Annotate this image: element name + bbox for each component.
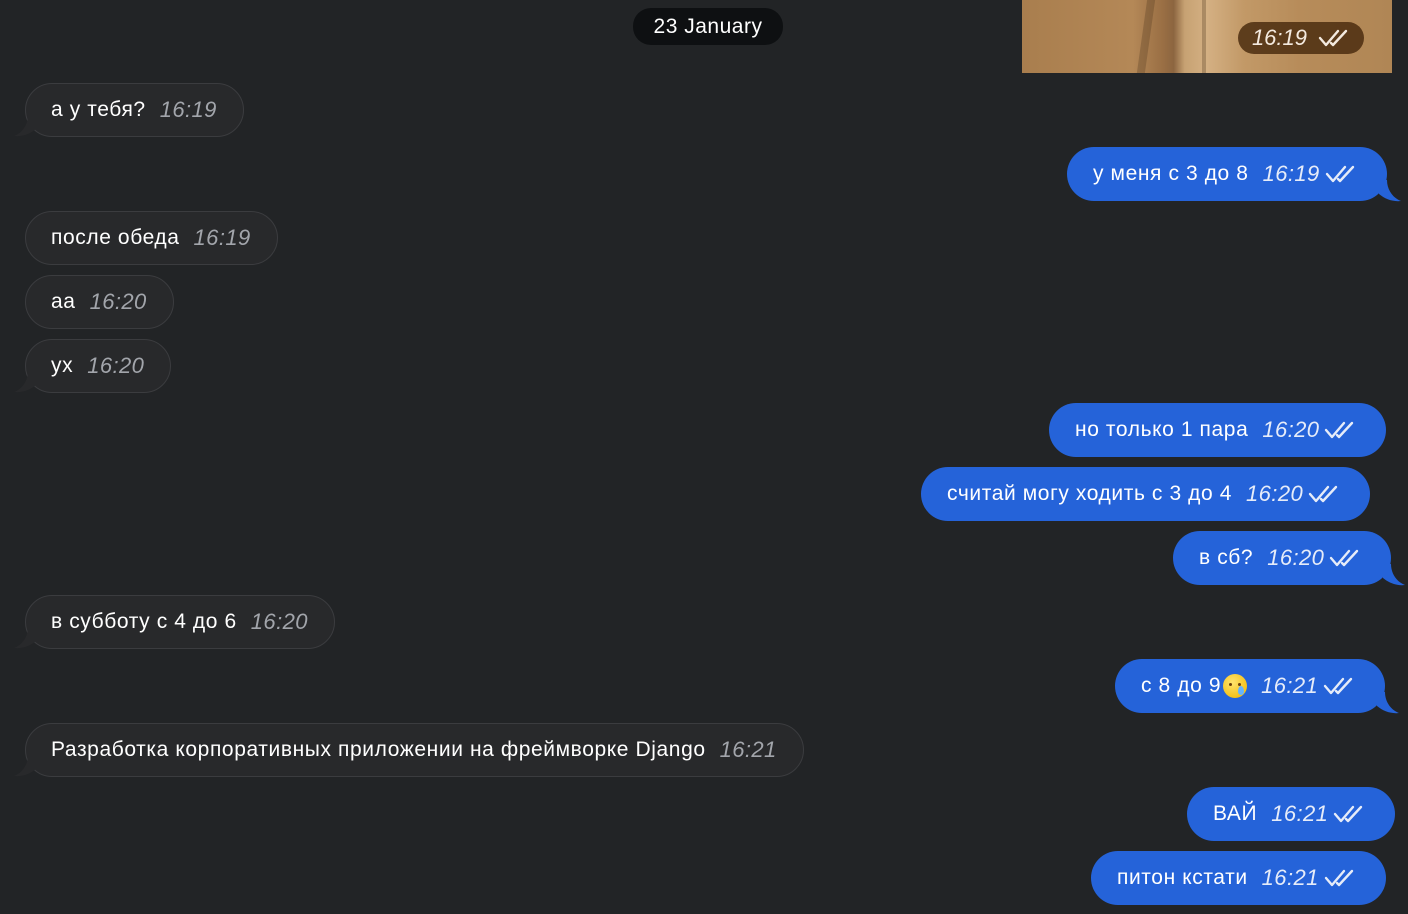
message-time: 16:19	[1251, 25, 1307, 50]
message-time: 16:20	[250, 609, 308, 634]
message-text: у меня с 3 до 8	[1093, 162, 1249, 185]
message-text: с 8 до 9	[1141, 674, 1222, 697]
message-text: питон кстати	[1117, 866, 1248, 889]
message-bubble-outgoing[interactable]: питон кстати 16:21	[1091, 851, 1386, 905]
message-time: 16:21	[719, 737, 777, 762]
message-bubble-incoming[interactable]: аа 16:20	[25, 275, 174, 329]
message-bubble-incoming[interactable]: а у тебя? 16:19	[14, 83, 244, 137]
message-bubble-outgoing[interactable]: у меня с 3 до 8 16:19	[1067, 147, 1401, 202]
message-time: 16:20	[89, 289, 147, 314]
message-time: 16:20	[1246, 481, 1304, 506]
bubble-tail	[1377, 692, 1400, 714]
message-time: 16:20	[1262, 417, 1320, 442]
message-text: в субботу с 4 до 6	[51, 610, 237, 633]
bubble-tail	[1378, 180, 1401, 202]
photo-detail	[1136, 0, 1156, 73]
bubble-tail	[14, 755, 36, 777]
photo-message[interactable]: 16:19	[1022, 0, 1392, 73]
message-time: 16:19	[193, 225, 251, 250]
date-badge: 23 January	[633, 8, 783, 45]
message-bubble-incoming[interactable]: в субботу с 4 до 6 16:20	[14, 595, 335, 649]
date-badge-text: 23 January	[653, 14, 763, 38]
message-bubble-outgoing[interactable]: в сб? 16:20	[1173, 531, 1406, 586]
message-bubble-outgoing[interactable]: с 8 до 9 16:21	[1115, 659, 1400, 714]
chat-area: 23 January 16:19 а у тебя? 16:19 у меня …	[0, 0, 1408, 914]
message-time: 16:19	[1262, 161, 1320, 186]
message-text: аа	[51, 290, 76, 313]
crying-face-emoji-icon	[1223, 674, 1248, 698]
message-time: 16:21	[1261, 673, 1319, 698]
bubble-tail	[14, 627, 36, 649]
message-text: в сб?	[1199, 546, 1254, 569]
message-text: ух	[51, 354, 74, 377]
message-bubble-incoming[interactable]: ух 16:20	[14, 339, 172, 393]
double-check-icon	[1324, 868, 1356, 888]
double-check-icon	[1329, 548, 1361, 568]
photo-timestamp: 16:19	[1237, 22, 1364, 54]
message-time: 16:19	[159, 97, 217, 122]
double-check-icon	[1318, 28, 1350, 48]
double-check-icon	[1324, 420, 1356, 440]
double-check-icon	[1325, 164, 1357, 184]
message-text: после обеда	[51, 226, 180, 249]
bubble-tail	[14, 115, 36, 137]
message-bubble-outgoing[interactable]: считай могу ходить с 3 до 4 16:20	[921, 467, 1371, 521]
message-text: считай могу ходить с 3 до 4	[947, 482, 1233, 505]
message-text: а у тебя?	[51, 98, 146, 121]
message-bubble-incoming[interactable]: Разработка корпоративных приложении на ф…	[14, 723, 804, 777]
double-check-icon	[1333, 804, 1365, 824]
message-time: 16:21	[1271, 801, 1329, 826]
message-bubble-outgoing[interactable]: но только 1 пара 16:20	[1049, 403, 1387, 457]
message-bubble-outgoing[interactable]: ВАЙ 16:21	[1187, 787, 1396, 841]
message-text: Разработка корпоративных приложении на ф…	[51, 738, 706, 761]
photo-detail	[1202, 0, 1206, 73]
double-check-icon	[1323, 676, 1355, 696]
message-time: 16:20	[1267, 545, 1325, 570]
message-time: 16:21	[1261, 865, 1319, 890]
bubble-tail	[14, 371, 36, 393]
double-check-icon	[1308, 484, 1340, 504]
message-text: но только 1 пара	[1075, 418, 1249, 441]
bubble-tail	[1383, 564, 1406, 586]
message-time: 16:20	[87, 353, 145, 378]
message-text: ВАЙ	[1213, 802, 1258, 825]
message-bubble-incoming[interactable]: после обеда 16:19	[25, 211, 278, 265]
